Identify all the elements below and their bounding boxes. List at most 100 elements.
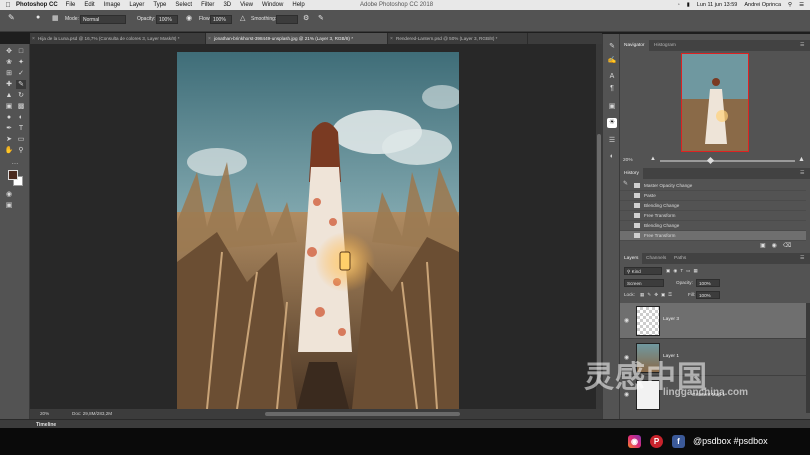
brush-settings-icon[interactable]: ✎ xyxy=(607,42,617,52)
crop-tool-icon[interactable]: ⊞ xyxy=(4,69,14,78)
facebook-icon[interactable]: f xyxy=(672,435,685,448)
gradient-tool-icon[interactable]: ▩ xyxy=(16,102,26,111)
instagram-icon[interactable]: ◉ xyxy=(628,435,641,448)
layer-name[interactable]: Layer 3 xyxy=(663,317,679,322)
smoothing-settings-icon[interactable]: ⚙ xyxy=(303,14,309,22)
stamp-tool-icon[interactable]: ▲ xyxy=(4,91,14,100)
status-zoom[interactable]: 20% xyxy=(40,411,49,416)
clock[interactable]: Lun 11 jun 13:59 xyxy=(697,2,738,8)
apple-icon[interactable]:  xyxy=(0,2,16,9)
canvas-workspace[interactable] xyxy=(30,44,602,409)
eraser-tool-icon[interactable]: ▣ xyxy=(4,102,14,111)
fill-input[interactable]: 100% xyxy=(696,291,720,299)
tab-hija-de-la-luna[interactable]: × Hija de la Luna.psd @ 16,7% (Consulta … xyxy=(30,33,206,44)
character-icon[interactable]: A xyxy=(607,72,617,82)
pinterest-icon[interactable]: P xyxy=(650,435,663,448)
menu-edit[interactable]: Edit xyxy=(84,2,94,8)
layer-opacity-input[interactable]: 100% xyxy=(696,279,720,287)
tab-navigator[interactable]: Navigator xyxy=(620,40,649,51)
search-icon[interactable]: ⚲ xyxy=(788,2,792,8)
canvas-image[interactable] xyxy=(177,52,459,409)
new-snapshot-icon[interactable]: ◉ xyxy=(772,243,783,249)
3d-icon[interactable]: ▣ xyxy=(607,102,617,112)
timeline-tab[interactable]: Timeline xyxy=(36,422,56,428)
tab-jonathan-brinkhorst[interactable]: × jonathan-brinkhorst-398449-unsplash.jp… xyxy=(206,33,388,44)
opacity-input[interactable]: 100% xyxy=(156,15,178,24)
type-tool-icon[interactable]: T xyxy=(16,124,26,133)
properties-icon[interactable]: ☰ xyxy=(607,136,617,146)
brush-tool-icon[interactable]: ✎ xyxy=(8,13,15,22)
pressure-size-icon[interactable]: ✎ xyxy=(318,14,324,22)
styles-icon[interactable]: ◐ xyxy=(607,152,617,162)
history-item[interactable]: Blending Change xyxy=(620,221,806,231)
move-tool-icon[interactable]: ✥ xyxy=(4,47,14,56)
clone-source-icon[interactable]: ✍ xyxy=(607,56,617,66)
status-doc-size[interactable]: Doc: 29,8M/283,2M xyxy=(72,411,112,416)
brush-preset-icon[interactable]: ● xyxy=(36,14,40,21)
tab-channels[interactable]: Channels xyxy=(642,253,670,264)
wifi-icon[interactable]: ◦ xyxy=(678,2,680,8)
dodge-tool-icon[interactable]: ◐ xyxy=(16,113,26,122)
menu-help[interactable]: Help xyxy=(292,2,304,8)
user-name[interactable]: Andrei Oprinca xyxy=(744,2,781,8)
slider-knob[interactable] xyxy=(706,156,715,165)
history-item[interactable]: Paste xyxy=(620,191,806,201)
document-canvas[interactable] xyxy=(177,52,459,409)
delete-state-icon[interactable]: ⌫ xyxy=(783,243,797,249)
tab-paths[interactable]: Paths xyxy=(670,253,690,264)
menu-3d[interactable]: 3D xyxy=(223,2,231,8)
menu-app-name[interactable]: Photoshop CC xyxy=(16,2,58,8)
menu-layer[interactable]: Layer xyxy=(129,2,144,8)
brush-panel-icon[interactable]: ▦ xyxy=(52,14,59,22)
menu-type[interactable]: Type xyxy=(153,2,166,8)
lock-icons[interactable]: ▦✎✥▣⚿ xyxy=(640,292,675,301)
tab-rendered-lantern[interactable]: × Rendered-Lantern.psd @ 50% (Layer 3, R… xyxy=(388,33,528,44)
adjustments-icon[interactable]: ☀ xyxy=(607,118,617,128)
eyedropper-tool-icon[interactable]: ✓ xyxy=(16,69,26,78)
close-icon[interactable]: × xyxy=(390,36,393,42)
foreground-color-swatch[interactable] xyxy=(8,170,18,180)
smoothing-input[interactable] xyxy=(276,15,298,24)
quick-select-tool-icon[interactable]: ✦ xyxy=(16,58,26,67)
history-item[interactable]: Blending Change xyxy=(620,201,806,211)
menu-window[interactable]: Window xyxy=(262,2,283,8)
path-select-tool-icon[interactable]: ➤ xyxy=(4,135,14,144)
healing-tool-icon[interactable]: ✚ xyxy=(4,80,14,89)
pen-tool-icon[interactable]: ✒ xyxy=(4,124,14,133)
flow-input[interactable]: 100% xyxy=(210,15,232,24)
history-item[interactable]: Master Opacity Change xyxy=(620,181,806,191)
panel-menu-icon[interactable]: ☰ xyxy=(796,40,808,51)
zoom-out-icon[interactable]: ▲ xyxy=(650,156,656,162)
tab-histogram[interactable]: Histogram xyxy=(650,40,680,51)
zoom-tool-icon[interactable]: ⚲ xyxy=(16,146,26,155)
menu-image[interactable]: Image xyxy=(104,2,121,8)
navigator-thumbnail[interactable] xyxy=(681,53,749,152)
blur-tool-icon[interactable]: ● xyxy=(4,113,14,122)
layer-filter-icons[interactable]: ▣◉T▭▦ xyxy=(666,268,701,277)
brush-tool-icon[interactable]: ✎ xyxy=(16,80,26,89)
tab-history[interactable]: History xyxy=(620,168,643,179)
scroll-thumb[interactable] xyxy=(597,134,601,384)
close-icon[interactable]: × xyxy=(208,36,211,42)
hand-tool-icon[interactable]: ✋ xyxy=(4,146,14,155)
mode-select[interactable]: Normal xyxy=(80,15,126,24)
screen-mode-icon[interactable]: ▣ xyxy=(4,201,14,210)
marquee-tool-icon[interactable]: □ xyxy=(16,47,26,56)
pressure-opacity-icon[interactable]: ◉ xyxy=(186,14,192,22)
layers-scrollbar[interactable] xyxy=(806,303,810,413)
layer-filter-kind[interactable]: ⚲ Kind xyxy=(624,267,662,275)
menu-view[interactable]: View xyxy=(240,2,253,8)
menu-list-icon[interactable]: ☰ xyxy=(799,2,804,8)
canvas-horizontal-scrollbar[interactable] xyxy=(265,412,460,416)
menu-file[interactable]: File xyxy=(66,2,76,8)
close-icon[interactable]: × xyxy=(32,36,35,42)
battery-icon[interactable]: ▮ xyxy=(687,2,690,8)
navigator-zoom-value[interactable]: 20% xyxy=(623,158,633,163)
paragraph-icon[interactable]: ¶ xyxy=(607,84,617,94)
layer-row-layer-3[interactable]: ◉ Layer 3 xyxy=(620,303,806,339)
blend-mode-select[interactable]: Screen xyxy=(624,279,664,287)
visibility-eye-icon[interactable]: ◉ xyxy=(624,317,629,324)
navigator-zoom-slider[interactable] xyxy=(660,156,795,165)
panel-menu-icon[interactable]: ☰ xyxy=(796,253,808,264)
panel-menu-icon[interactable]: ☰ xyxy=(796,168,808,179)
